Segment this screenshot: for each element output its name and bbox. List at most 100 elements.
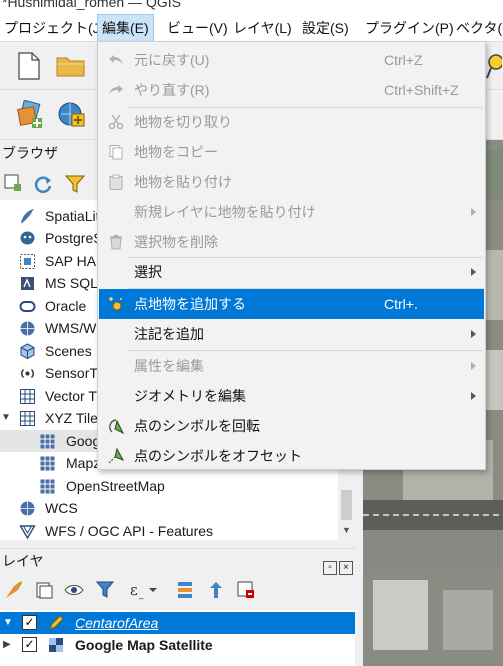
layers-panel-label: レイヤ [2,553,44,569]
menu-item-delete-selected[interactable]: 選択物を削除 [99,227,484,257]
wcs-icon [20,501,35,516]
menu-view[interactable]: ビュー(V) [163,14,232,42]
expand-arrow-icon[interactable]: ▼ [1,407,11,429]
postgresql-icon [20,231,35,245]
layers-list: ▼ ✓ CentarofArea ▶ ✓ Google Map Satellit… [0,610,355,666]
layer-row-google-map-satellite[interactable]: ▶ ✓ Google Map Satellite [0,634,355,656]
browser-toolbar [0,166,100,200]
menu-item-edit-geometry[interactable]: ジオメトリを編集 [99,381,484,411]
spatialite-icon [21,209,34,223]
undo-icon [109,55,123,65]
window-title-bar: *Hushimidai_romen — QGIS [0,0,503,14]
layer-name: CentarofArea [75,615,159,631]
redo-icon [109,85,123,95]
svg-text:_: _ [138,590,144,600]
wms-icon [20,321,35,336]
svg-text:ε: ε [130,581,138,599]
menu-layer[interactable]: レイヤ(L) [229,14,296,42]
copy-icon [109,145,123,160]
wfs-icon [19,525,36,540]
data-source-manager-icon[interactable] [16,100,44,130]
refresh-icon[interactable] [33,174,53,194]
sensorthings-icon [21,368,34,379]
layer-expand-arrow-icon[interactable]: ▼ [3,612,13,634]
menu-settings[interactable]: 設定(S) [298,14,353,42]
add-selected-layers-icon[interactable] [4,174,22,192]
menu-plugins[interactable]: プラグイン(P) [361,14,458,42]
menu-item-redo[interactable]: やり直す(R) Ctrl+Shift+Z [99,75,484,105]
menu-item-paste-features[interactable]: 地物を貼り付け [99,167,484,197]
add-group-icon[interactable] [34,580,54,600]
menu-item-cut-features[interactable]: 地物を切り取り [99,107,484,137]
tile-grid-icon [40,456,55,471]
cut-icon [108,114,124,130]
delete-icon [110,234,122,250]
add-point-icon [109,297,122,311]
tree-label: WCS [45,500,78,516]
new-project-icon[interactable] [18,52,40,80]
layer-expand-arrow-icon[interactable]: ▶ [3,634,11,656]
tree-item-openstreetmap[interactable]: OpenStreetMap [0,475,338,497]
menu-edit[interactable]: 編集(E) [97,14,154,42]
menu-item-rotate-point-symbols[interactable]: 点のシンボルを回転 [99,411,484,441]
sap-hana-icon [20,254,35,269]
edit-pencil-icon [49,615,64,630]
offset-symbol-icon [108,448,124,464]
layers-panel-title: レイヤ ▫ × [0,548,355,575]
submenu-arrow-icon [471,362,476,370]
expand-all-icon[interactable] [175,580,195,600]
menu-item-undo[interactable]: 元に戻す(U) Ctrl+Z [99,45,484,75]
new-layer-icon[interactable] [56,100,86,130]
browser-panel-title: ブラウザ [2,145,58,161]
window-title: *Hushimidai_romen — QGIS [2,0,181,10]
layer-name: Google Map Satellite [75,637,213,653]
layer-visibility-checkbox[interactable]: ✓ [22,637,37,652]
layers-toolbar: ε _ [0,572,355,610]
collapse-all-icon[interactable] [206,580,226,600]
filter-icon[interactable] [65,174,85,194]
submenu-arrow-icon [471,392,476,400]
scenes-icon [20,343,35,360]
scrollbar-thumb[interactable] [341,490,352,520]
visibility-eye-icon[interactable] [64,580,86,600]
mssql-icon [21,277,34,290]
menu-item-add-point-feature[interactable]: 点地物を追加する Ctrl+. [99,289,484,319]
oracle-icon [19,301,36,312]
xyz-tiles-icon [20,411,35,426]
menu-item-copy-features[interactable]: 地物をコピー [99,137,484,167]
tile-grid-icon [40,479,55,494]
menu-bar: プロジェクト(J) 編集(E) ビュー(V) レイヤ(L) 設定(S) プラグイ… [0,14,503,42]
layer-styling-icon[interactable] [4,580,24,600]
filter-expression-icon[interactable]: ε _ [128,580,158,600]
tree-label: Oracle [45,298,87,314]
rotate-symbol-icon [109,419,124,434]
menu-item-edit-attributes[interactable]: 属性を編集 [99,351,484,381]
filter-legend-icon[interactable] [96,580,118,600]
paste-icon [109,174,123,190]
raster-tile-icon [49,638,63,652]
tree-label: WFS / OGC API - Features [45,523,214,539]
tree-item-wfs[interactable]: WFS / OGC API - Features [0,520,338,540]
menu-vector[interactable]: ベクタ(O) [452,14,503,42]
submenu-arrow-icon [471,268,476,276]
menu-item-paste-as-new-layer[interactable]: 新規レイヤに地物を貼り付け [99,197,484,227]
tree-label: XYZ Tiles [45,410,105,426]
edit-menu-dropdown: 元に戻す(U) Ctrl+Z やり直す(R) Ctrl+Shift+Z 地物を切… [97,41,486,470]
menu-project[interactable]: プロジェクト(J) [0,14,108,42]
tree-label: OpenStreetMap [66,478,165,494]
remove-layer-icon[interactable] [236,580,256,600]
tree-label: Scenes [45,343,92,359]
open-project-icon[interactable] [56,54,86,78]
menu-item-offset-point-symbols[interactable]: 点のシンボルをオフセット [99,441,484,471]
tree-item-wcs[interactable]: WCS [0,497,338,519]
layer-visibility-checkbox[interactable]: ✓ [22,615,37,630]
tile-grid-icon [40,434,55,449]
vector-tiles-icon [20,389,35,404]
submenu-arrow-icon [471,208,476,216]
scroll-down-icon[interactable]: ▼ [342,525,351,535]
menu-item-add-annotation[interactable]: 注記を追加 [99,319,484,349]
menu-item-select[interactable]: 選択 [99,257,484,287]
layer-row-centarofarea[interactable]: ▼ ✓ CentarofArea [0,612,355,634]
submenu-arrow-icon [471,330,476,338]
identify-icon[interactable] [486,52,502,80]
